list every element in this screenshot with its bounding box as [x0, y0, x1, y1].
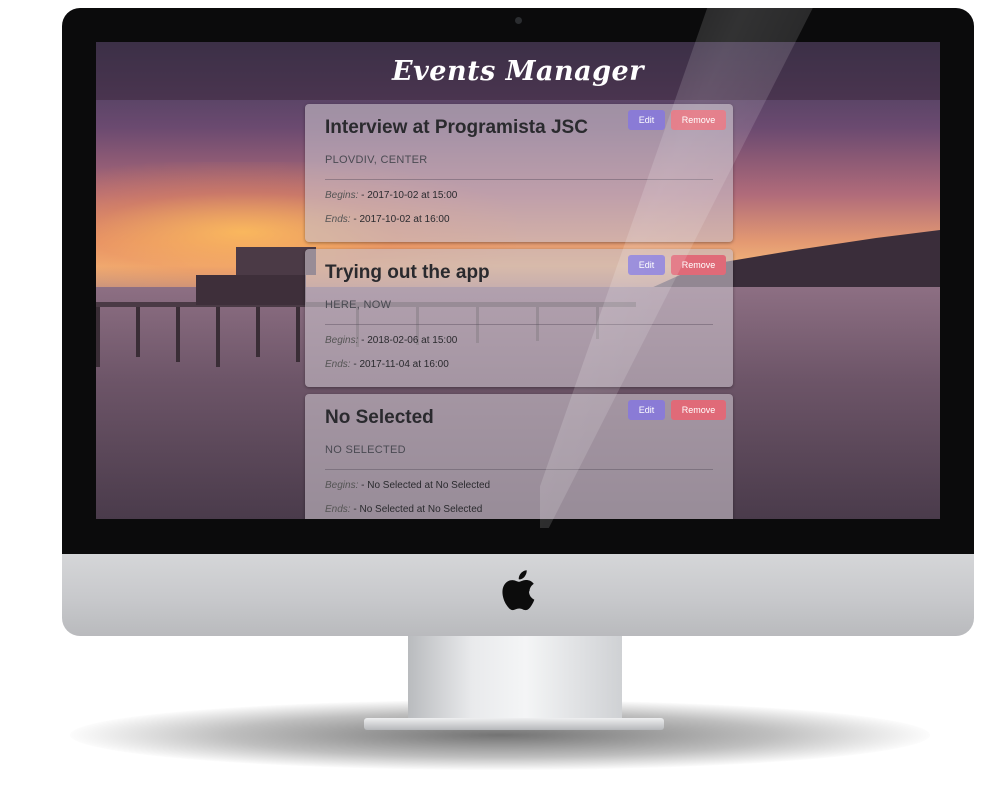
card-actions: Edit Remove: [628, 255, 726, 275]
remove-button[interactable]: Remove: [671, 400, 726, 420]
event-location: NO SELECTED: [325, 444, 406, 456]
ends-value: - 2017-11-04 at 16:00: [353, 359, 449, 370]
event-location: PLOVDIV, CENTER: [325, 154, 428, 166]
edit-button[interactable]: Edit: [628, 400, 665, 420]
event-ends: Ends: - 2017-10-02 at 16:00: [325, 214, 713, 226]
begins-label: Begins:: [325, 190, 359, 201]
edit-button[interactable]: Edit: [628, 110, 665, 130]
monitor-stand: [408, 634, 622, 722]
begins-value: - 2018-02-06 at 15:00: [361, 335, 458, 346]
card-actions: Edit Remove: [628, 110, 726, 130]
event-card: Edit Remove Trying out the app HERE, NOW…: [305, 249, 733, 387]
ends-value: - No Selected at No Selected: [353, 504, 483, 515]
begins-value: - No Selected at No Selected: [361, 480, 491, 491]
ends-label: Ends:: [325, 359, 351, 370]
card-divider: [325, 179, 713, 180]
card-actions: Edit Remove: [628, 400, 726, 420]
app-title: Events Manager: [392, 55, 644, 87]
apple-logo-icon: [502, 570, 535, 611]
ends-label: Ends:: [325, 504, 351, 515]
event-ends: Ends: - 2017-11-04 at 16:00: [325, 359, 713, 371]
app-screen: Events Manager Edit Remove Interview at …: [96, 42, 940, 519]
event-begins: Begins: - 2017-10-02 at 15:00: [325, 190, 713, 202]
begins-value: - 2017-10-02 at 15:00: [361, 190, 458, 201]
event-list: Edit Remove Interview at Programista JSC…: [305, 104, 733, 519]
remove-button[interactable]: Remove: [671, 110, 726, 130]
event-begins: Begins: - No Selected at No Selected: [325, 480, 713, 492]
begins-label: Begins:: [325, 480, 359, 491]
app-header: Events Manager: [96, 42, 940, 100]
monitor-stand-base: [364, 718, 664, 730]
edit-button[interactable]: Edit: [628, 255, 665, 275]
event-begins: Begins: - 2018-02-06 at 15:00: [325, 335, 713, 347]
card-divider: [325, 324, 713, 325]
card-divider: [325, 469, 713, 470]
event-card: Edit Remove Interview at Programista JSC…: [305, 104, 733, 242]
begins-label: Begins:: [325, 335, 359, 346]
ends-label: Ends:: [325, 214, 351, 225]
event-ends: Ends: - No Selected at No Selected: [325, 504, 713, 516]
ends-value: - 2017-10-02 at 16:00: [353, 214, 450, 225]
event-card: Edit Remove No Selected NO SELECTED Begi…: [305, 394, 733, 519]
camera-icon: [515, 17, 522, 24]
event-location: HERE, NOW: [325, 299, 392, 311]
remove-button[interactable]: Remove: [671, 255, 726, 275]
